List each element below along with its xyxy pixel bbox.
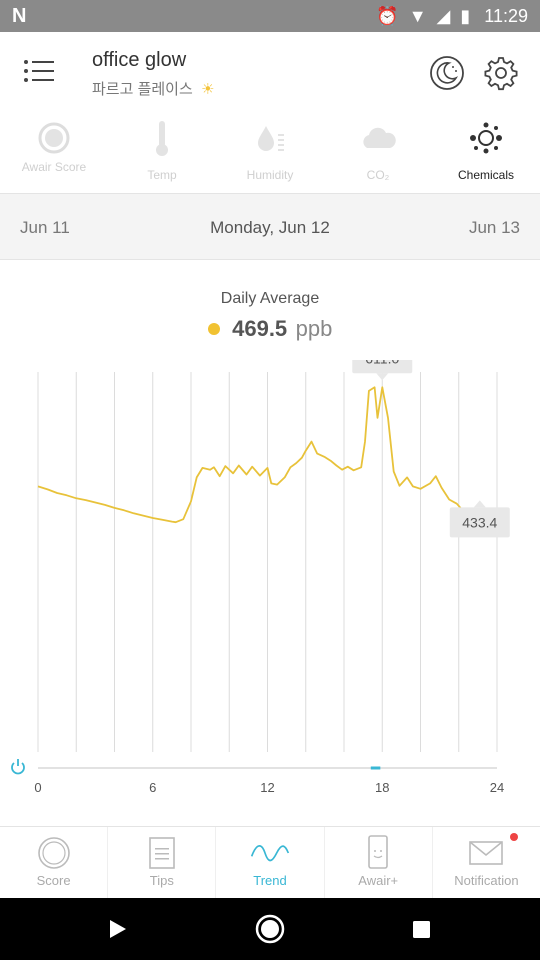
x-tick-label: 12 [260, 780, 274, 795]
tab-awair-score[interactable]: Awair Score [0, 112, 108, 193]
device-location: 파르고 플레이스 ☀ [92, 78, 214, 99]
system-navigation-bar [0, 898, 540, 960]
tab-humidity[interactable]: Humidity [216, 112, 324, 193]
list-menu-icon[interactable] [22, 56, 58, 86]
x-tick-label: 18 [375, 780, 389, 795]
status-time: 11:29 [484, 5, 528, 26]
app-header: office glow 파르고 플레이스 ☀ [0, 32, 540, 112]
notification-badge [510, 833, 519, 841]
date-current: Monday, Jun 12 [210, 218, 330, 237]
tab-co2[interactable]: CO₂ [324, 112, 432, 193]
x-tick-label: 0 [34, 780, 41, 795]
chemicals-icon [470, 122, 502, 154]
trend-wave-icon [250, 845, 290, 862]
daily-average-label: Daily Average [220, 290, 320, 307]
status-bar: N ⏰ ▼ ◢ ▮ 11:29 [0, 0, 540, 32]
daily-average-value: 469.5 [232, 316, 288, 341]
x-tick-label: 6 [149, 780, 156, 795]
device-name[interactable]: office glow [92, 49, 186, 72]
humidity-drop-icon [258, 126, 284, 151]
mail-icon [469, 841, 504, 865]
tips-card-icon [148, 837, 175, 869]
date-navigation: Jun 11 Monday, Jun 12 Jun 13 [0, 194, 540, 260]
nav-label: Trend [253, 873, 287, 888]
tab-label: CO₂ [366, 168, 390, 182]
tab-label: Temp [147, 168, 177, 182]
nav-trend[interactable]: Trend [216, 827, 325, 898]
value-callout-text: 433.4 [462, 514, 497, 530]
nav-label: Score [36, 873, 71, 888]
awair-device-icon [368, 835, 389, 869]
home-icon[interactable] [255, 914, 285, 944]
x-tick-label: 24 [490, 780, 504, 795]
nav-notification[interactable]: Notification [433, 827, 540, 898]
tab-chemicals[interactable]: Chemicals [432, 112, 540, 193]
tab-label: Awair Score [21, 160, 87, 174]
app-notification-icon: N [12, 4, 27, 27]
back-icon[interactable] [110, 920, 126, 938]
signal-icon: ◢ [436, 5, 451, 26]
nav-label: Notification [454, 873, 519, 888]
nav-label: Awair+ [358, 873, 399, 888]
recents-icon[interactable] [413, 921, 430, 938]
nav-tips[interactable]: Tips [108, 827, 217, 898]
wifi-icon: ▼ [408, 5, 427, 26]
device-location-text: 파르고 플레이스 [92, 81, 193, 98]
value-callout: 611.0 [352, 360, 413, 381]
tab-temp[interactable]: Temp [108, 112, 216, 193]
date-next-button[interactable]: Jun 13 [469, 218, 520, 238]
score-ring-icon [37, 837, 70, 869]
night-mode-icon[interactable] [428, 54, 466, 92]
chemicals-trend-chart[interactable]: 0 6 12 18 24 611.0 433.4 [0, 360, 540, 810]
series-line [37, 386, 496, 524]
alarm-icon: ⏰ [376, 5, 399, 26]
value-callout-text: 611.0 [365, 360, 399, 366]
daily-average-unit: ppb [295, 316, 333, 341]
battery-icon: ▮ [460, 5, 471, 26]
gear-icon[interactable] [482, 54, 520, 92]
thermometer-icon [156, 121, 168, 156]
tab-label: Humidity [246, 168, 294, 182]
nav-score[interactable]: Score [0, 827, 109, 898]
tab-label: Chemicals [457, 168, 514, 182]
bottom-navigation: Score Tips Trend Awair+ Notification [0, 826, 540, 898]
nav-label: Tips [149, 873, 174, 888]
daily-average-value-row: 469.5 ppb [0, 316, 540, 342]
nav-awair-plus[interactable]: Awair+ [325, 827, 433, 898]
power-icon[interactable] [11, 759, 25, 775]
series-color-dot [207, 322, 220, 335]
sun-icon: ☀ [200, 81, 215, 98]
cloud-icon [363, 127, 396, 148]
sensor-tabs: Awair Score Temp Humidity CO₂ Chemicals [0, 112, 540, 194]
score-ring-icon [38, 122, 70, 154]
